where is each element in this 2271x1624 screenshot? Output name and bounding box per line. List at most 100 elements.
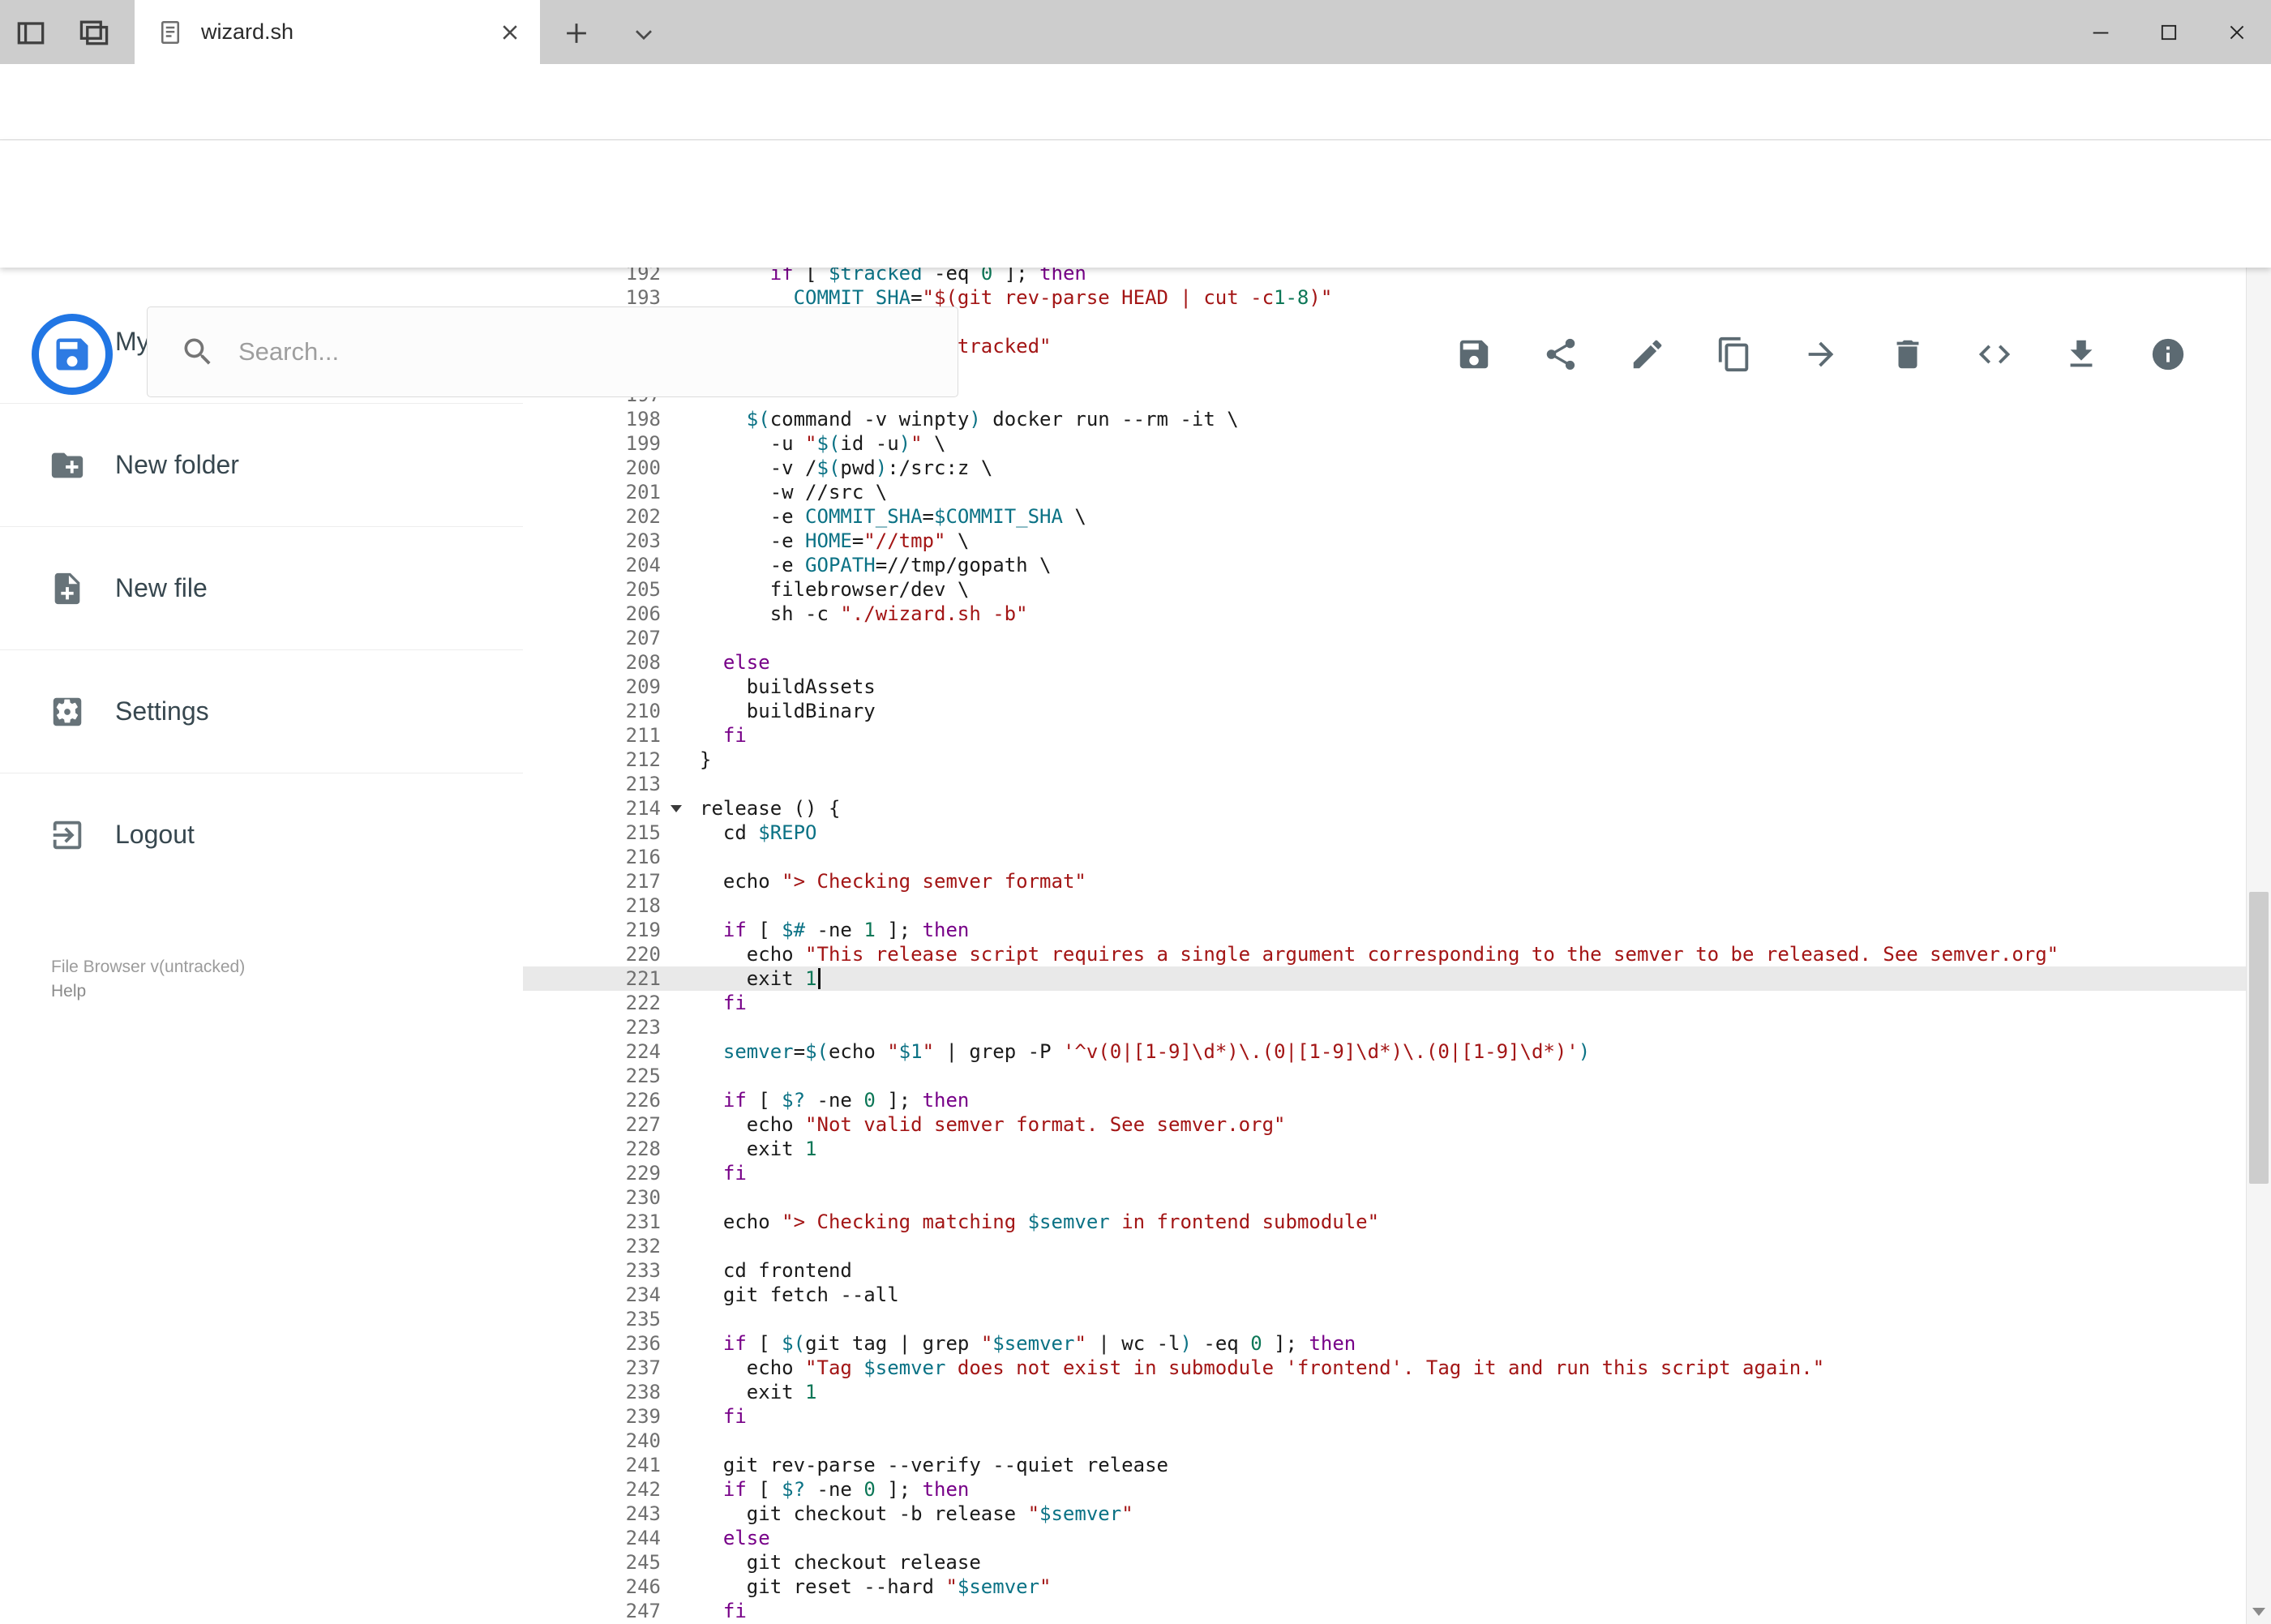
- code-line-210[interactable]: 210 buildBinary: [523, 699, 2246, 723]
- code-line-226[interactable]: 226 if [ $? -ne 0 ]; then: [523, 1088, 2246, 1112]
- share-button[interactable]: [1542, 336, 1579, 373]
- code-line-207[interactable]: 207: [523, 626, 2246, 650]
- code-line-221[interactable]: 221 exit 1: [523, 966, 2246, 991]
- tab-close-button[interactable]: [496, 19, 524, 46]
- line-number: 238: [625, 1381, 661, 1403]
- line-number: 215: [625, 821, 661, 844]
- maximize-button[interactable]: [2135, 0, 2203, 64]
- code-line-218[interactable]: 218: [523, 893, 2246, 918]
- code-line-211[interactable]: 211 fi: [523, 723, 2246, 748]
- code-line-247[interactable]: 247 fi: [523, 1599, 2246, 1623]
- code-line-229[interactable]: 229 fi: [523, 1161, 2246, 1185]
- line-number: 199: [625, 432, 661, 455]
- code-line-208[interactable]: 208 else: [523, 650, 2246, 675]
- minimize-button[interactable]: [2067, 0, 2135, 64]
- code-line-227[interactable]: 227 echo "Not valid semver format. See s…: [523, 1112, 2246, 1137]
- tabs-preview-icon[interactable]: [76, 15, 112, 50]
- code-line-244[interactable]: 244 else: [523, 1526, 2246, 1550]
- code-line-243[interactable]: 243 git checkout -b release "$semver": [523, 1502, 2246, 1526]
- sidebar-item-logout[interactable]: Logout: [0, 773, 523, 896]
- code-line-215[interactable]: 215 cd $REPO: [523, 821, 2246, 845]
- page-icon: [156, 18, 185, 47]
- code-editor[interactable]: 192 if [ $tracked -eq 0 ]; then 193 COMMI…: [523, 268, 2246, 1624]
- fold-icon[interactable]: [671, 805, 682, 812]
- code-line-242[interactable]: 242 if [ $? -ne 0 ]; then: [523, 1477, 2246, 1502]
- code-line-246[interactable]: 246 git reset --hard "$semver": [523, 1575, 2246, 1599]
- code-line-230[interactable]: 230: [523, 1185, 2246, 1210]
- code-line-236[interactable]: 236 if [ $(git tag | grep "$semver" | wc…: [523, 1331, 2246, 1356]
- sidebar-item-new-folder[interactable]: New folder: [0, 403, 523, 526]
- move-button[interactable]: [1802, 336, 1840, 373]
- code-line-231[interactable]: 231 echo "> Checking matching $semver in…: [523, 1210, 2246, 1234]
- line-number: 226: [625, 1089, 661, 1112]
- code-line-238[interactable]: 238 exit 1: [523, 1380, 2246, 1404]
- code-line-205[interactable]: 205 filebrowser/dev \: [523, 577, 2246, 602]
- app-logo[interactable]: [32, 314, 113, 395]
- code-line-206[interactable]: 206 sh -c "./wizard.sh -b": [523, 602, 2246, 626]
- info-button[interactable]: [2149, 336, 2187, 373]
- line-number: 219: [625, 919, 661, 941]
- code-line-212[interactable]: 212}: [523, 748, 2246, 772]
- code-text: echo "Not valid semver format. See semve…: [700, 1113, 1286, 1136]
- search-input[interactable]: [237, 336, 958, 367]
- code-line-216[interactable]: 216: [523, 845, 2246, 869]
- scrollbar-down-button[interactable]: [2247, 1599, 2271, 1624]
- code-line-239[interactable]: 239 fi: [523, 1404, 2246, 1429]
- code-line-225[interactable]: 225: [523, 1064, 2246, 1088]
- code-line-202[interactable]: 202 -e COMMIT_SHA=$COMMIT_SHA \: [523, 504, 2246, 529]
- scrollbar-thumb[interactable]: [2249, 892, 2269, 1184]
- line-number: 246: [625, 1575, 661, 1598]
- tab-list-chevron[interactable]: [629, 19, 658, 49]
- delete-button[interactable]: [1889, 336, 1926, 373]
- close-button[interactable]: [2203, 0, 2271, 64]
- search-bar[interactable]: [147, 306, 958, 397]
- code-line-220[interactable]: 220 echo "This release script requires a…: [523, 942, 2246, 966]
- code-line-222[interactable]: 222 fi: [523, 991, 2246, 1015]
- code-line-200[interactable]: 200 -v /$(pwd):/src:z \: [523, 456, 2246, 480]
- search-icon: [180, 334, 216, 370]
- save-button[interactable]: [1455, 336, 1493, 373]
- code-line-233[interactable]: 233 cd frontend: [523, 1258, 2246, 1283]
- new-file-icon: [49, 570, 86, 607]
- code-text: git reset --hard "$semver": [700, 1575, 1052, 1598]
- code-line-199[interactable]: 199 -u "$(id -u)" \: [523, 431, 2246, 456]
- code-line-234[interactable]: 234 git fetch --all: [523, 1283, 2246, 1307]
- new-tab-button[interactable]: [561, 18, 592, 49]
- edit-button[interactable]: [1629, 336, 1666, 373]
- code-line-223[interactable]: 223: [523, 1015, 2246, 1039]
- code-line-214[interactable]: 214 release () {: [523, 796, 2246, 821]
- code-line-213[interactable]: 213: [523, 772, 2246, 796]
- code-line-228[interactable]: 228 exit 1: [523, 1137, 2246, 1161]
- code-line-209[interactable]: 209 buildAssets: [523, 675, 2246, 699]
- code-text: semver=$(echo "$1" | grep -P '^v(0|[1-9]…: [722, 1040, 1591, 1063]
- line-number: 230: [625, 1186, 661, 1209]
- code-line-232[interactable]: 232: [523, 1234, 2246, 1258]
- line-number: 244: [625, 1527, 661, 1549]
- code-text: git rev-parse --verify --quiet release: [700, 1454, 1168, 1476]
- code-line-237[interactable]: 237 echo "Tag $semver does not exist in …: [523, 1356, 2246, 1380]
- code-line-203[interactable]: 203 -e HOME="//tmp" \: [523, 529, 2246, 553]
- code-line-219[interactable]: 219 if [ $# -ne 1 ]; then: [523, 918, 2246, 942]
- code-line-201[interactable]: 201 -w //src \: [523, 480, 2246, 504]
- line-number: 208: [625, 651, 661, 674]
- copy-button[interactable]: [1716, 336, 1753, 373]
- code-line-245[interactable]: 245 git checkout release: [523, 1550, 2246, 1575]
- browser-tab[interactable]: wizard.sh: [135, 0, 540, 64]
- code-line-204[interactable]: 204 -e GOPATH=//tmp/gopath \: [523, 553, 2246, 577]
- set-tabs-aside-icon[interactable]: [13, 15, 49, 50]
- download-button[interactable]: [2063, 336, 2100, 373]
- code-line-198[interactable]: 198 $(command -v winpty) docker run --rm…: [523, 407, 2246, 431]
- code-line-192[interactable]: 192 if [ $tracked -eq 0 ]; then: [523, 268, 2246, 285]
- code-line-217[interactable]: 217 echo "> Checking semver format": [523, 869, 2246, 893]
- line-number: 217: [625, 870, 661, 893]
- code-view-button[interactable]: [1976, 336, 2013, 373]
- help-link[interactable]: Help: [51, 979, 245, 1004]
- code-line-240[interactable]: 240: [523, 1429, 2246, 1453]
- sidebar-item-new-file[interactable]: New file: [0, 526, 523, 649]
- code-line-224[interactable]: 224 semver=$(echo "$1" | grep -P '^v(0|[…: [523, 1039, 2246, 1064]
- code-line-235[interactable]: 235: [523, 1307, 2246, 1331]
- line-number: 213: [625, 773, 661, 795]
- sidebar-item-settings[interactable]: Settings: [0, 649, 523, 773]
- code-line-241[interactable]: 241 git rev-parse --verify --quiet relea…: [523, 1453, 2246, 1477]
